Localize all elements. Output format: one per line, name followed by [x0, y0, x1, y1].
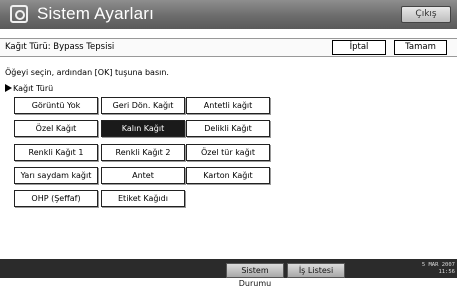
screen-title: Kağıt Türü: Bypass Tepsisi: [5, 42, 115, 52]
paper-type-option[interactable]: Özel tür kağıt: [186, 144, 270, 161]
paper-type-option[interactable]: Delikli Kağıt: [186, 120, 270, 137]
ok-button[interactable]: Tamam: [394, 40, 447, 55]
date-text: 5 MAR 2007: [421, 262, 455, 268]
cancel-button[interactable]: İptal: [332, 40, 386, 55]
paper-type-option[interactable]: Geri Dön. Kağıt: [101, 97, 185, 114]
section-label-text: Kağıt Türü: [13, 84, 54, 93]
app-title: Sistem Ayarları: [37, 4, 155, 23]
screen-titlebar: Kağıt Türü: Bypass Tepsisi İptal Tamam: [0, 38, 457, 57]
paper-type-option[interactable]: OHP (Şeffaf): [14, 190, 98, 207]
paper-type-option[interactable]: Renkli Kağıt 2: [101, 144, 185, 161]
settings-app-icon: [10, 5, 28, 23]
paper-type-option[interactable]: Antet: [101, 167, 185, 184]
section-label: Kağıt Türü: [5, 84, 53, 93]
status-bar: Sistem Durumu İş Listesi: [0, 259, 457, 288]
paper-type-option[interactable]: Renkli Kağıt 1: [14, 144, 98, 161]
paper-type-option[interactable]: Yarı saydam kağıt: [14, 167, 98, 184]
paper-type-option[interactable]: Özel Kağıt: [14, 120, 98, 137]
paper-type-option-selected[interactable]: Kalın Kağıt: [101, 120, 185, 137]
system-status-button[interactable]: Sistem Durumu: [226, 263, 284, 288]
job-list-button[interactable]: İş Listesi: [287, 263, 345, 278]
instruction-text: Öğeyi seçin, ardından [OK] tuşuna basın.: [5, 68, 169, 77]
exit-button[interactable]: Çıkış: [401, 6, 451, 23]
date-time-display: 5 MAR 2007 11:56: [402, 262, 455, 276]
time-text: 11:56: [438, 269, 455, 275]
arrow-right-icon: [5, 84, 12, 92]
paper-type-option[interactable]: Karton Kağıt: [186, 167, 270, 184]
app-header: Sistem Ayarları Çıkış: [0, 0, 457, 29]
paper-type-option[interactable]: Etiket Kağıdı: [101, 190, 185, 207]
paper-type-option[interactable]: Görüntü Yok: [14, 97, 98, 114]
paper-type-option[interactable]: Antetli kağıt: [186, 97, 270, 114]
